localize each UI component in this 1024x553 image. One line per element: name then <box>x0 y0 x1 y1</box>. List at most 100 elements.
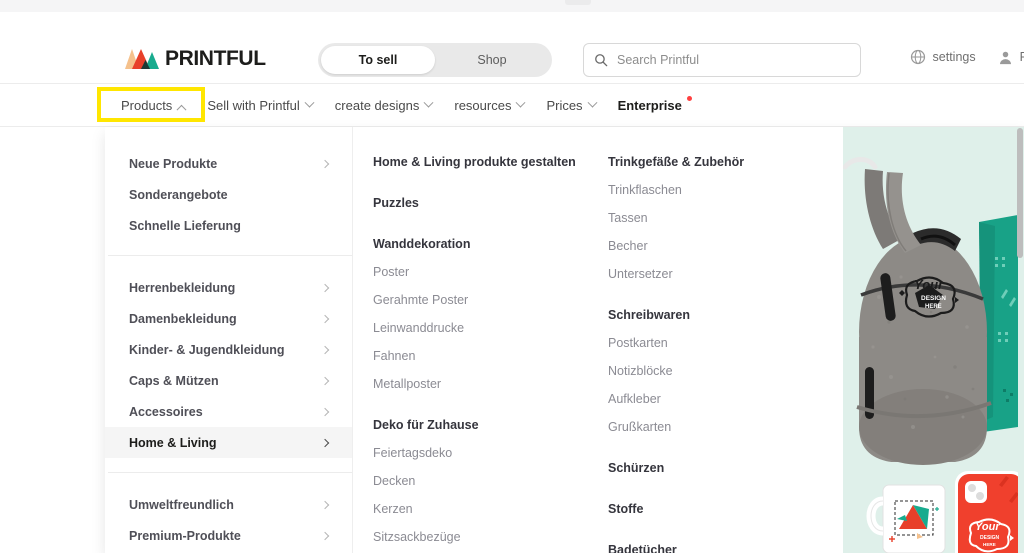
subcategory-item[interactable]: Feiertagsdeko <box>373 439 598 467</box>
category-kinder-jugendkleidung[interactable]: Kinder- & Jugendkleidung <box>105 334 352 365</box>
chevron-right-icon <box>320 531 330 540</box>
register-link[interactable]: Registe <box>998 50 1024 65</box>
subcategory-heading[interactable]: Schürzen <box>608 454 843 482</box>
subcategory-item[interactable]: Grußkarten <box>608 413 843 441</box>
category-neue-produkte[interactable]: Neue Produkte <box>105 148 352 179</box>
subcategory-item[interactable]: Becher <box>608 232 843 260</box>
nav-item-prices-label: Prices <box>546 98 583 113</box>
toggle-to-sell[interactable]: To sell <box>321 46 435 74</box>
category-damenbekleidung[interactable]: Damenbekleidung <box>105 303 352 334</box>
nav-item-sell-with-printful[interactable]: Sell with Printful <box>196 84 323 127</box>
nav-list: Products Sell with Printful create desig… <box>110 84 696 127</box>
category-home-living[interactable]: Home & Living <box>105 427 352 458</box>
products-mega-menu: Neue Produkte Sonderangebote Schnelle Li… <box>105 127 1024 553</box>
subcategory-item[interactable]: Poster <box>373 258 598 286</box>
svg-text:DESIGN: DESIGN <box>921 295 946 302</box>
printful-logo[interactable]: PRINTFUL <box>125 47 266 71</box>
category-divider <box>108 255 352 256</box>
category-premium-produkte[interactable]: Premium-Produkte <box>105 520 352 551</box>
svg-text:HERE: HERE <box>925 304 942 310</box>
chevron-right-icon <box>320 314 330 323</box>
nav-item-enterprise[interactable]: Enterprise <box>607 84 696 127</box>
subcategory-heading[interactable]: Puzzles <box>373 189 598 217</box>
category-label: Premium-Produkte <box>129 528 241 543</box>
subcategory-item[interactable]: Gerahmte Poster <box>373 286 598 314</box>
subcategory-item[interactable]: Decken <box>373 467 598 495</box>
category-label: Accessoires <box>129 404 203 419</box>
category-label: Sonderangebote <box>129 187 228 202</box>
category-sonderangebote[interactable]: Sonderangebote <box>105 179 352 210</box>
svg-text:HERE: HERE <box>983 542 996 547</box>
subcategory-item[interactable]: Metallposter <box>373 370 598 398</box>
category-umweltfreundlich[interactable]: Umweltfreundlich <box>105 489 352 520</box>
settings-link[interactable]: settings <box>910 49 976 65</box>
subcategory-item[interactable]: Postkarten <box>608 329 843 357</box>
search-box[interactable] <box>583 43 861 77</box>
chevron-up-icon <box>176 104 187 115</box>
subcategory-item[interactable]: Fahnen <box>373 342 598 370</box>
subcategory-item[interactable]: Notizblöcke <box>608 357 843 385</box>
chevron-right-icon <box>320 159 330 168</box>
nav-item-resources[interactable]: resources <box>443 84 535 127</box>
subcategory-item[interactable]: Sitzsackbezüge <box>373 523 598 551</box>
chevron-right-icon <box>320 376 330 385</box>
subcategory-item[interactable]: Untersetzer <box>608 260 843 288</box>
toggle-shop[interactable]: Shop <box>435 46 549 74</box>
subcategory-heading[interactable]: Wanddekoration <box>373 230 598 258</box>
header-right-actions: settings Registe <box>910 49 1024 65</box>
search-icon <box>595 54 608 67</box>
category-label: Caps & Mützen <box>129 373 219 388</box>
subcategory-column-2: Trinkgefäße & Zubehör Trinkflaschen Tass… <box>598 127 843 553</box>
category-accessoires[interactable]: Accessoires <box>105 396 352 427</box>
chevron-right-icon <box>320 283 330 292</box>
subcategory-heading[interactable]: Stoffe <box>608 495 843 523</box>
category-sidebar: Neue Produkte Sonderangebote Schnelle Li… <box>105 127 353 553</box>
subcategory-heading[interactable]: Trinkgefäße & Zubehör <box>608 148 843 176</box>
nav-item-prices[interactable]: Prices <box>535 84 606 127</box>
promo-illustration: Your DESIGN HERE Your DESIGN HERE <box>843 127 1024 553</box>
category-herrenbekleidung[interactable]: Herrenbekleidung <box>105 272 352 303</box>
subcategory-item[interactable]: Aufkleber <box>608 385 843 413</box>
subcategory-heading[interactable]: Schreibwaren <box>608 301 843 329</box>
site-header: PRINTFUL To sell Shop settings <box>0 12 1024 84</box>
nav-item-enterprise-label: Enterprise <box>617 98 682 113</box>
nav-item-resources-label: resources <box>454 98 512 113</box>
subcategory-heading[interactable]: Home & Living produkte gestalten <box>373 148 598 176</box>
subcategory-column-1: Home & Living produkte gestalten Puzzles… <box>353 127 598 553</box>
chevron-down-icon <box>423 97 434 108</box>
chevron-down-icon <box>587 97 598 108</box>
subcategory-heading[interactable]: Deko für Zuhause <box>373 411 598 439</box>
nav-item-products[interactable]: Products <box>110 84 196 127</box>
search-input[interactable] <box>617 53 850 67</box>
nav-item-sell-with-printful-label: Sell with Printful <box>207 98 300 113</box>
svg-text:Your: Your <box>914 277 944 292</box>
category-label: Damenbekleidung <box>129 311 237 326</box>
subcategory-item[interactable]: Tassen <box>608 204 843 232</box>
nav-item-create-designs-label: create designs <box>334 98 420 113</box>
subcategory-item[interactable]: Leinwanddrucke <box>373 314 598 342</box>
audience-toggle[interactable]: To sell Shop <box>318 43 552 77</box>
subcategory-item[interactable]: Kerzen <box>373 495 598 523</box>
category-schnelle-lieferung[interactable]: Schnelle Lieferung <box>105 210 352 241</box>
category-caps-muetzen[interactable]: Caps & Mützen <box>105 365 352 396</box>
nav-item-products-label: Products <box>121 98 173 113</box>
category-divider <box>108 472 352 473</box>
dropdown-scrollbar-thumb[interactable] <box>1017 128 1023 258</box>
subcategory-heading[interactable]: Badetücher <box>608 536 843 553</box>
chevron-down-icon <box>515 97 526 108</box>
svg-text:DESIGN: DESIGN <box>980 535 1000 541</box>
subcategory-item[interactable]: Trinkflaschen <box>608 176 843 204</box>
chevron-right-icon <box>320 407 330 416</box>
user-icon <box>999 51 1011 64</box>
svg-text:Your: Your <box>975 521 1000 533</box>
logo-wordmark: PRINTFUL <box>165 47 266 70</box>
chevron-right-icon <box>320 500 330 509</box>
nav-item-create-designs[interactable]: create designs <box>324 84 444 127</box>
category-label: Herrenbekleidung <box>129 280 236 295</box>
